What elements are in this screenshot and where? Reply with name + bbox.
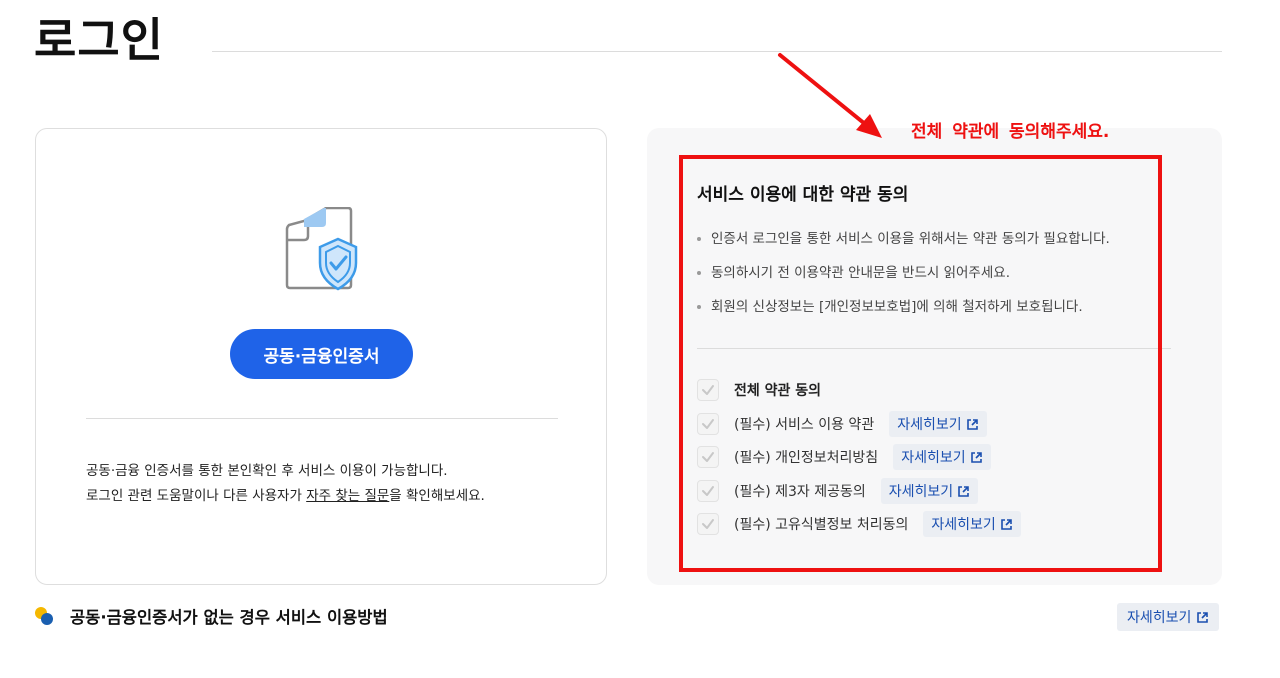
card-description: 공동·금융 인증서를 통한 본인확인 후 서비스 이용이 가능합니다. 로그인 … bbox=[86, 459, 566, 509]
title-divider bbox=[212, 51, 1222, 52]
external-link-icon bbox=[1197, 611, 1209, 623]
desc-line-1: 공동·금융 인증서를 통한 본인확인 후 서비스 이용이 가능합니다. bbox=[86, 463, 448, 479]
desc-line-2-suffix: 을 확인해보세요. bbox=[389, 488, 485, 504]
annotation-text: 전체 약관에 동의해주세요. bbox=[911, 122, 1110, 142]
annotation-arrow-icon bbox=[778, 53, 882, 138]
certificate-login-button[interactable]: 공동·금융인증서 bbox=[230, 329, 413, 379]
no-certificate-heading: 공동·금융인증서가 없는 경우 서비스 이용방법 bbox=[70, 608, 388, 627]
faq-link[interactable]: 자주 찾는 질문 bbox=[306, 488, 389, 504]
certificate-login-card: 공동·금융인증서 공동·금융 인증서를 통한 본인확인 후 서비스 이용이 가능… bbox=[35, 128, 607, 585]
info-dots-icon bbox=[35, 607, 53, 625]
view-details-label: 자세히보기 bbox=[1127, 610, 1192, 626]
desc-line-2: 로그인 관련 도움말이나 다른 사용자가 자주 찾는 질문을 확인해보세요. bbox=[86, 484, 566, 509]
page-title: 로그인 bbox=[34, 13, 164, 67]
desc-line-2-prefix: 로그인 관련 도움말이나 다른 사용자가 bbox=[86, 488, 307, 504]
no-certificate-details-button[interactable]: 자세히보기 bbox=[1117, 603, 1220, 631]
card-divider bbox=[86, 418, 558, 419]
document-shield-icon bbox=[285, 207, 358, 291]
annotation-highlight-box bbox=[679, 155, 1162, 572]
